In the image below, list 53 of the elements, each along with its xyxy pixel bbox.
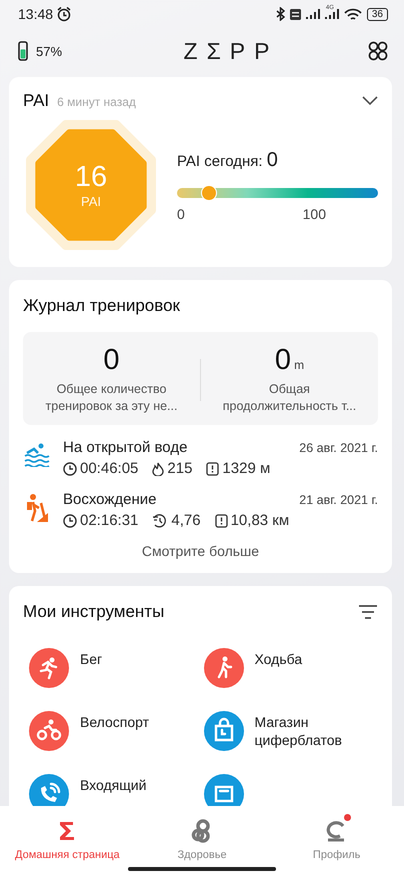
workout-stat: 215 [167, 460, 192, 477]
signal-icon [324, 9, 339, 19]
workout-date: 21 авг. 2021 г. [299, 493, 378, 507]
app-logo: ZΣPP [182, 38, 280, 64]
summary-label: Общее количество тренировок за эту не... [44, 381, 178, 415]
summary-label: Общая продолжительность т... [222, 381, 358, 415]
summary-value: 0 [274, 344, 292, 376]
clock-icon [63, 514, 77, 528]
clock-time: 13:48 [18, 6, 54, 22]
see-more-link[interactable]: Смотрите больше [142, 543, 260, 559]
volte-icon [290, 8, 301, 20]
workout-date: 26 авг. 2021 г. [299, 441, 378, 455]
workout-stat: 00:46:05 [80, 460, 138, 477]
summary-unit: m [294, 358, 304, 372]
watch-battery-icon [18, 41, 28, 61]
tool-label[interactable]: Магазин циферблатов [254, 713, 364, 749]
sort-icon [358, 604, 378, 620]
score-unit: PAI [81, 194, 101, 209]
swimming-icon [24, 441, 50, 467]
card-title: PAI [23, 91, 50, 111]
card-title: Мои инструменты [23, 602, 164, 622]
workout-name[interactable]: На открытой воде [63, 439, 188, 456]
tool-label[interactable]: Бег [80, 650, 190, 686]
scale-max: 100 [302, 206, 326, 222]
card-title: Журнал тренировок [23, 296, 181, 316]
tool-label[interactable]: Ходьба [254, 650, 364, 686]
workout-stat: 10,83 км [230, 512, 290, 529]
wifi-icon [344, 8, 362, 20]
alarm-icon [56, 6, 72, 22]
apps-icon [368, 41, 388, 61]
clock-icon [63, 462, 77, 476]
tool-icon [204, 648, 244, 688]
summary-value: 0 [103, 344, 120, 376]
bluetooth-icon [276, 7, 285, 21]
pai-score: 16 [74, 161, 108, 194]
battery-indicator: 36 [366, 8, 388, 20]
scale-min: 0 [177, 206, 185, 222]
nav-tab[interactable]: Домашняя страница [0, 806, 135, 877]
device-battery: 57% [36, 44, 62, 58]
tool-icon [204, 711, 244, 751]
tool-icon [29, 648, 69, 688]
tool-label[interactable]: Входящий [80, 776, 190, 806]
hiker-icon [24, 493, 50, 523]
update-time: 6 минут назад [57, 95, 137, 109]
workout-name[interactable]: Восхождение [63, 491, 156, 508]
pai-today: PAI сегодня: 0 [177, 148, 279, 172]
tool-icon [29, 711, 69, 751]
workout-stat: 1329 м [222, 460, 270, 477]
flame-icon [152, 462, 164, 476]
tool-label[interactable]: Велоспорт [80, 713, 190, 749]
workout-stat: 4,76 [171, 512, 201, 529]
workout-stat: 02:16:31 [80, 512, 138, 529]
signal-icon [306, 9, 320, 19]
